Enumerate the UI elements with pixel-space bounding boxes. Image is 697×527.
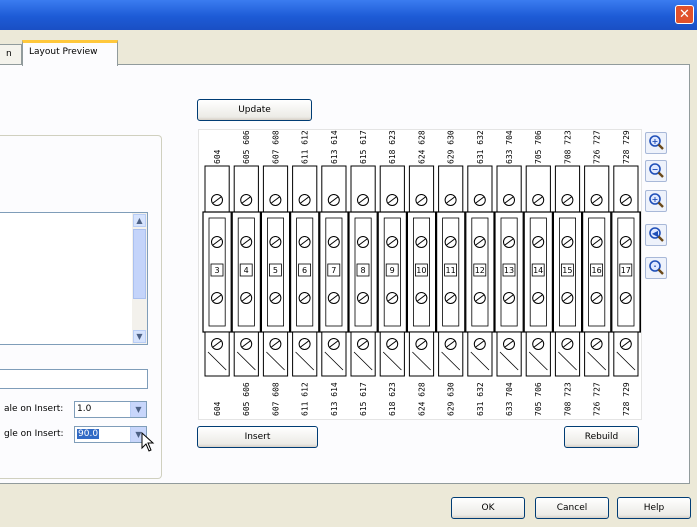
- zoom-previous-icon: ◀: [649, 227, 664, 242]
- terminal-number: 9: [390, 266, 395, 275]
- svg-text:◀: ◀: [652, 229, 659, 238]
- zoom-window-button[interactable]: +: [645, 190, 667, 212]
- terminal-top-label: 604: [213, 149, 222, 164]
- angle-label: gle on Insert:: [4, 429, 64, 439]
- terminal-listbox[interactable]: ▲ ▼: [0, 212, 148, 345]
- terminal-top-label: 613 614: [330, 130, 339, 164]
- tab-strip: n Layout Preview: [0, 38, 697, 66]
- terminal-bottom-label: 611 612: [301, 382, 310, 416]
- listbox-scrollbar[interactable]: ▲ ▼: [132, 213, 147, 344]
- scroll-up-button[interactable]: ▲: [133, 214, 146, 227]
- terminal-number: 12: [475, 266, 485, 275]
- terminal-number: 6: [302, 266, 307, 275]
- scale-value: 1.0: [77, 404, 92, 414]
- close-button[interactable]: ✕: [675, 5, 694, 24]
- insert-button[interactable]: Insert: [197, 426, 318, 448]
- terminal-bottom-label: 728 729: [622, 382, 631, 416]
- zoom-previous-button[interactable]: ◀: [645, 224, 667, 246]
- mouse-cursor-icon: [141, 432, 155, 452]
- terminal-top-label: 605 606: [242, 130, 251, 164]
- terminal-top-label: 726 727: [593, 130, 602, 164]
- title-bar[interactable]: ✕: [0, 0, 697, 30]
- terminal-number: 16: [592, 266, 602, 275]
- terminal-top-label: 631 632: [476, 130, 485, 164]
- rebuild-button[interactable]: Rebuild: [564, 426, 639, 448]
- terminal-bottom-label: 613 614: [330, 382, 339, 416]
- dialog-footer: OK Cancel Help: [0, 487, 697, 527]
- zoom-out-button[interactable]: −: [645, 160, 667, 182]
- terminal-bottom-label: 631 632: [476, 382, 485, 416]
- ok-button[interactable]: OK: [451, 497, 525, 519]
- terminal-number: 5: [273, 266, 278, 275]
- scale-combo[interactable]: 1.0 ▼: [74, 401, 147, 418]
- terminal-bottom-label: 618 623: [388, 382, 397, 416]
- terminal-top-label: 629 630: [447, 130, 456, 164]
- svg-text:−: −: [652, 165, 659, 174]
- terminal-top-label: 708 723: [563, 130, 572, 164]
- terminal-number: 17: [621, 266, 631, 275]
- terminal-top-label: 607 608: [271, 130, 280, 164]
- scroll-down-button[interactable]: ▼: [133, 330, 146, 343]
- update-button[interactable]: Update: [197, 99, 312, 121]
- svg-text:·: ·: [653, 262, 656, 271]
- help-button[interactable]: Help: [617, 497, 691, 519]
- chevron-down-icon[interactable]: ▼: [130, 402, 146, 417]
- zoom-out-icon: −: [649, 163, 664, 178]
- terminal-top-label: 611 612: [301, 130, 310, 164]
- zoom-extents-button[interactable]: ·: [645, 257, 667, 279]
- terminal-number: 11: [446, 266, 456, 275]
- cancel-button[interactable]: Cancel: [535, 497, 609, 519]
- terminal-number: 7: [331, 266, 336, 275]
- layout-preview-canvas: 6043604605 6064605 606607 6085607 608611…: [198, 129, 642, 420]
- terminal-number: 3: [214, 266, 219, 275]
- tab-layout-preview[interactable]: Layout Preview: [22, 40, 118, 66]
- terminal-number: 13: [504, 266, 514, 275]
- terminal-number: 14: [533, 266, 543, 275]
- terminal-bottom-label: 605 606: [242, 382, 251, 416]
- terminal-number: 8: [360, 266, 365, 275]
- terminal-top-label: 618 623: [388, 130, 397, 164]
- terminal-number: 15: [562, 266, 572, 275]
- scroll-thumb[interactable]: [133, 229, 146, 299]
- angle-value: 90.0: [77, 429, 100, 439]
- terminal-number: 10: [416, 266, 426, 275]
- terminal-bottom-label: 615 617: [359, 382, 368, 416]
- terminal-top-label: 633 704: [505, 130, 514, 164]
- svg-text:+: +: [652, 195, 659, 204]
- terminal-top-label: 615 617: [359, 130, 368, 164]
- terminal-bottom-label: 726 727: [593, 382, 602, 416]
- terminal-bottom-label: 708 723: [563, 382, 572, 416]
- terminal-top-label: 624 628: [417, 130, 426, 164]
- terminal-bottom-label: 607 608: [271, 382, 280, 416]
- terminal-bottom-label: 604: [213, 401, 222, 416]
- scale-label: ale on Insert:: [4, 404, 64, 414]
- zoom-window-icon: +: [649, 193, 664, 208]
- terminal-top-label: 705 706: [534, 130, 543, 164]
- tab-previous[interactable]: n: [0, 44, 22, 65]
- zoom-extents-icon: ·: [649, 260, 664, 275]
- terminal-bottom-label: 629 630: [447, 382, 456, 416]
- terminal-top-label: 728 729: [622, 130, 631, 164]
- terminal-bottom-label: 633 704: [505, 382, 514, 416]
- zoom-in-button[interactable]: +: [645, 132, 667, 154]
- svg-text:+: +: [652, 137, 659, 146]
- terminal-number: 4: [244, 266, 249, 275]
- terminal-bottom-label: 624 628: [417, 382, 426, 416]
- terminal-bottom-label: 705 706: [534, 382, 543, 416]
- angle-combo[interactable]: 90.0 ▼: [74, 426, 147, 443]
- zoom-in-icon: +: [649, 135, 664, 150]
- terminal-block-body: [640, 211, 641, 333]
- name-field[interactable]: [0, 369, 148, 389]
